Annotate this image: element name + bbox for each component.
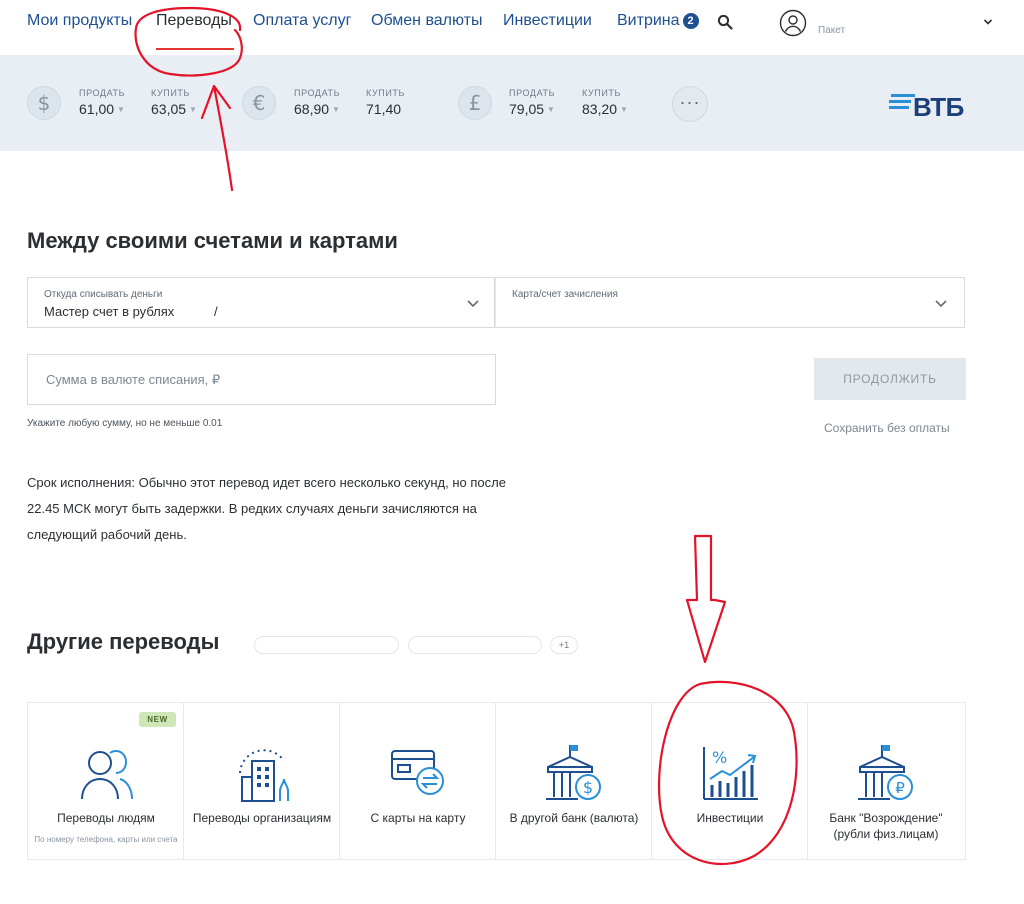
- rate-buy-label: КУПИТЬ: [582, 88, 622, 98]
- currency-rates-band: $ ПРОДАТЬ 61,00 ▼ КУПИТЬ 63,05 ▼ € ПРОДАТЬ…: [0, 55, 1024, 151]
- rate-usd-sell[interactable]: 61,00 ▼: [79, 101, 125, 117]
- tile-other-bank-currency[interactable]: $ В другой банк (валюта): [496, 703, 652, 859]
- svg-text:₽: ₽: [895, 779, 905, 797]
- top-nav: Мои продукты Переводы Оплата услуг Обмен…: [0, 0, 1024, 54]
- rate-eur-sell-value: 68,90: [294, 101, 330, 117]
- nav-showcase-label: Витрина: [617, 12, 680, 29]
- tile-label: С карты на карту: [370, 811, 466, 825]
- chevron-down-icon[interactable]: [982, 16, 994, 28]
- caret-icon: ▼: [117, 105, 125, 114]
- source-account-caption: Откуда списывать деньги: [44, 289, 163, 300]
- tile-transfers-to-organizations[interactable]: Переводы организациям: [184, 703, 340, 859]
- tile-label: Переводы людям: [57, 811, 155, 825]
- nav-transfers[interactable]: Переводы: [156, 12, 232, 30]
- rate-usd-buy-value: 63,05: [151, 101, 187, 117]
- filter-pill[interactable]: [408, 636, 542, 654]
- nav-currency-exchange[interactable]: Обмен валюты: [371, 12, 482, 30]
- account-package-label: Пакет: [818, 25, 846, 36]
- rate-gbp-sell-value: 79,05: [509, 101, 545, 117]
- tile-bank-vozrozhdenie[interactable]: ₽ Банк "Возрождение" (рубли физ.лицам): [808, 703, 964, 859]
- transfer-types-grid: NEW Переводы людям По номеру телефона, к…: [27, 702, 966, 860]
- caret-icon: ▼: [547, 105, 555, 114]
- chevron-down-icon: [935, 300, 947, 308]
- source-account-select[interactable]: Откуда списывать деньги Мастер счет в ру…: [27, 277, 495, 328]
- amount-input[interactable]: [27, 354, 496, 405]
- user-icon[interactable]: [779, 9, 807, 37]
- source-account-value: Мастер счет в рублях /: [44, 304, 218, 319]
- tile-card-to-card[interactable]: С карты на карту: [340, 703, 496, 859]
- rate-sell-label: ПРОДАТЬ: [509, 88, 556, 98]
- people-icon: [81, 749, 133, 800]
- nav-investments[interactable]: Инвестиции: [503, 12, 592, 30]
- rate-sell-label: ПРОДАТЬ: [79, 88, 126, 98]
- rate-buy-label: КУПИТЬ: [366, 88, 406, 98]
- caret-icon: ▼: [189, 105, 197, 114]
- rate-buy-label: КУПИТЬ: [151, 88, 191, 98]
- euro-icon: €: [242, 86, 276, 120]
- new-badge: NEW: [139, 712, 176, 727]
- showcase-count-badge: 2: [682, 13, 699, 29]
- rate-gbp-buy[interactable]: 83,20 ▼: [582, 101, 628, 117]
- caret-icon: ▼: [332, 105, 340, 114]
- building-icon: [239, 749, 289, 802]
- nav-showcase[interactable]: Витрина 2: [617, 12, 699, 30]
- cards-exchange-icon: [391, 750, 444, 795]
- chevron-down-icon: [467, 300, 479, 308]
- amount-hint: Укажите любую сумму, но не меньше 0.01: [27, 418, 223, 429]
- logo-stripes-icon: [889, 94, 915, 112]
- tile-label: Переводы организациям: [192, 811, 332, 825]
- tile-investments[interactable]: % Инвестиции: [652, 703, 808, 859]
- execution-time-note: Срок исполнения: Обычно этот перевод иде…: [27, 475, 506, 542]
- other-transfers-title: Другие переводы: [27, 629, 220, 654]
- pound-icon: £: [458, 86, 492, 120]
- destination-account-select[interactable]: Карта/счет зачисления: [495, 277, 965, 328]
- chart-growth-icon: %: [703, 747, 758, 800]
- filter-pill[interactable]: [254, 636, 399, 654]
- tile-label: Банк "Возрождение" (рубли физ.лицам): [829, 811, 943, 841]
- page-title: Между своими счетами и картами: [27, 228, 398, 253]
- nav-active-indicator: [156, 48, 234, 50]
- tile-sublabel: По номеру телефона, карты или счета: [34, 835, 178, 844]
- more-dots-icon: ···: [679, 92, 701, 112]
- tile-transfers-to-people[interactable]: NEW Переводы людям По номеру телефона, к…: [28, 703, 184, 859]
- svg-text:$: $: [583, 778, 593, 797]
- svg-text:%: %: [712, 748, 727, 767]
- nav-payments[interactable]: Оплата услуг: [253, 12, 351, 30]
- rate-usd-sell-value: 61,00: [79, 101, 115, 117]
- more-filters-pill[interactable]: +1: [550, 636, 578, 654]
- tile-label: В другой банк (валюта): [509, 811, 639, 825]
- search-icon[interactable]: [717, 14, 733, 30]
- rate-eur-sell[interactable]: 68,90 ▼: [294, 101, 340, 117]
- caret-icon: ▼: [620, 105, 628, 114]
- rate-gbp-buy-value: 83,20: [582, 101, 618, 117]
- save-without-payment-link[interactable]: Сохранить без оплаты: [824, 421, 950, 435]
- more-currencies-button[interactable]: ···: [672, 86, 708, 122]
- rate-eur-buy-value: 71,40: [366, 101, 402, 117]
- tile-label: Инвестиции: [696, 811, 764, 825]
- rate-sell-label: ПРОДАТЬ: [294, 88, 341, 98]
- rate-eur-buy[interactable]: 71,40: [366, 101, 401, 117]
- destination-account-caption: Карта/счет зачисления: [512, 289, 618, 300]
- annotation-arrow-down: [685, 534, 727, 664]
- bank-dollar-icon: $: [546, 745, 601, 800]
- nav-my-products[interactable]: Мои продукты: [27, 12, 132, 30]
- vtb-logo[interactable]: ВТБ: [889, 92, 969, 124]
- logo-text: ВТБ: [913, 92, 964, 122]
- rate-usd-buy[interactable]: 63,05 ▼: [151, 101, 197, 117]
- continue-button[interactable]: ПРОДОЛЖИТЬ: [814, 358, 966, 400]
- rate-gbp-sell[interactable]: 79,05 ▼: [509, 101, 555, 117]
- dollar-icon: $: [27, 86, 61, 120]
- bank-ruble-icon: ₽: [858, 745, 913, 800]
